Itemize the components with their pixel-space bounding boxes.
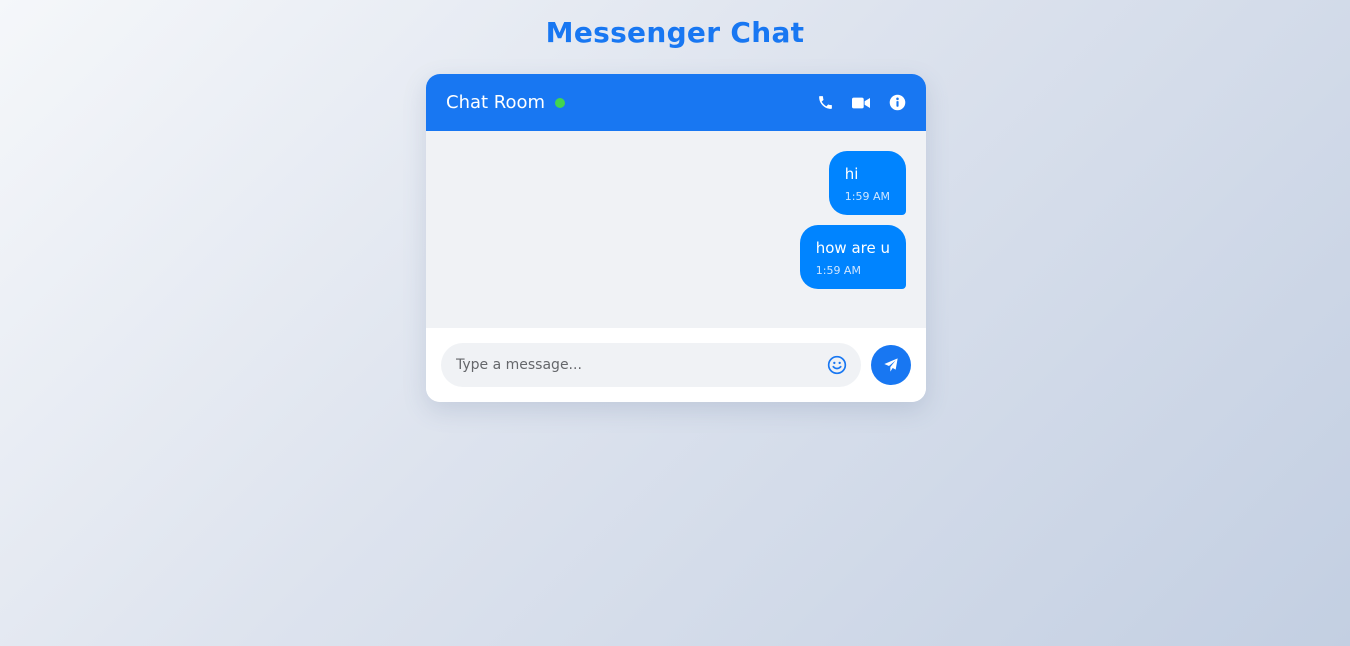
message-time: 1:59 AM (815, 264, 861, 277)
message-text: how are u (815, 239, 890, 257)
message-input[interactable] (456, 357, 827, 373)
chat-window: Chat Room hi 1:59 AM how are u 1:59 AM T… (426, 74, 926, 402)
message-composer (426, 328, 926, 402)
emoji-button[interactable] (827, 355, 847, 375)
chat-room-title: Chat Room (446, 92, 546, 113)
smiley-icon (827, 355, 847, 375)
message-input-wrapper (441, 343, 861, 387)
message-time: 1:59 AM (844, 190, 890, 203)
paper-plane-icon (884, 358, 898, 372)
online-status-dot (555, 98, 566, 108)
chat-header: Chat Room (426, 74, 926, 131)
message-text: hi (844, 165, 859, 183)
header-actions (798, 94, 906, 112)
send-button[interactable] (871, 345, 911, 385)
page-title: Messenger Chat (545, 16, 805, 49)
phone-call-button[interactable] (816, 94, 834, 112)
video-call-button[interactable] (852, 94, 870, 112)
message-list: hi 1:59 AM how are u 1:59 AM (426, 131, 926, 328)
message-bubble: how are u 1:59 AM (799, 225, 906, 289)
video-camera-icon (852, 97, 870, 108)
message-bubble: hi 1:59 AM (828, 151, 906, 215)
info-icon (889, 94, 905, 111)
info-button[interactable] (888, 94, 906, 112)
phone-icon (818, 96, 832, 109)
